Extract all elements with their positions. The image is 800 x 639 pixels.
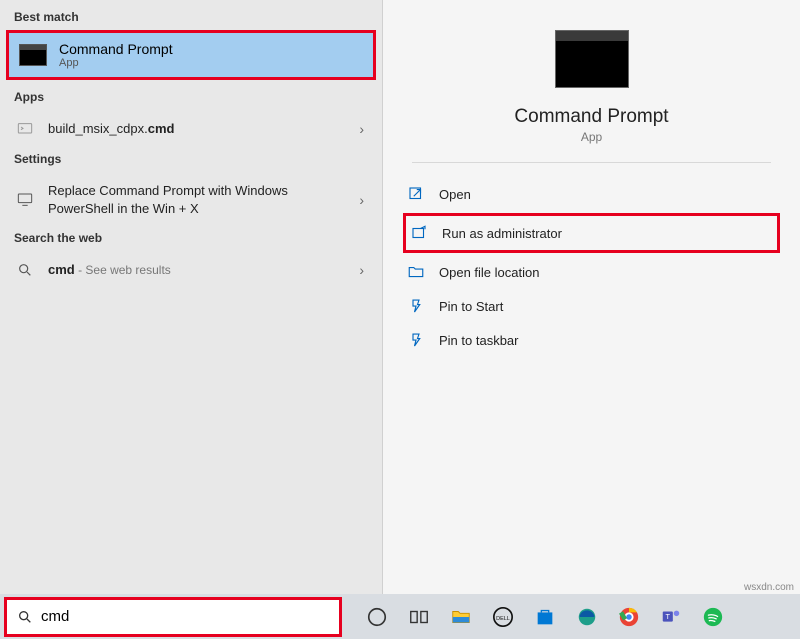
- action-run-as-administrator[interactable]: Run as administrator: [406, 216, 777, 250]
- divider: [412, 162, 771, 163]
- action-open[interactable]: Open: [403, 177, 780, 211]
- shield-admin-icon: [410, 224, 428, 242]
- action-run-admin-label: Run as administrator: [442, 226, 562, 241]
- cortana-icon[interactable]: [362, 602, 392, 632]
- best-match-command-prompt[interactable]: Command Prompt App: [9, 33, 373, 77]
- chrome-icon[interactable]: [614, 602, 644, 632]
- action-open-label: Open: [439, 187, 471, 202]
- run-as-admin-highlight: Run as administrator: [403, 213, 780, 253]
- pin-start-icon: [407, 297, 425, 315]
- search-icon: [17, 609, 33, 625]
- action-pin-start-label: Pin to Start: [439, 299, 503, 314]
- taskbar: DELL T: [362, 602, 728, 632]
- web-result-label: cmd - See web results: [48, 261, 347, 279]
- search-input[interactable]: [41, 608, 329, 625]
- command-prompt-icon: [19, 44, 47, 66]
- dell-icon[interactable]: DELL: [488, 602, 518, 632]
- action-pin-to-taskbar[interactable]: Pin to taskbar: [403, 323, 780, 357]
- script-icon: [14, 120, 36, 138]
- pin-taskbar-icon: [407, 331, 425, 349]
- chevron-right-icon: ›: [359, 192, 368, 208]
- folder-icon: [407, 263, 425, 281]
- spotify-icon[interactable]: [698, 602, 728, 632]
- search-box[interactable]: [4, 597, 342, 637]
- best-match-highlight: Command Prompt App: [6, 30, 376, 80]
- watermark: wsxdn.com: [744, 582, 794, 593]
- chevron-right-icon: ›: [359, 121, 368, 137]
- task-view-icon[interactable]: [404, 602, 434, 632]
- file-explorer-icon[interactable]: [446, 602, 476, 632]
- apps-header: Apps: [0, 86, 382, 110]
- action-list: Open Run as administrator Open file loca…: [383, 177, 800, 357]
- action-open-loc-label: Open file location: [439, 265, 539, 280]
- best-match-title: Command Prompt: [59, 41, 173, 57]
- apps-result-build-cmd[interactable]: build_msix_cdpx.cmd ›: [0, 110, 382, 148]
- settings-result-label: Replace Command Prompt with Windows Powe…: [48, 182, 347, 217]
- taskbar-row: DELL T: [0, 594, 800, 639]
- search-icon: [14, 261, 36, 279]
- settings-result-replace-cmd[interactable]: Replace Command Prompt with Windows Powe…: [0, 172, 382, 227]
- best-match-header: Best match: [0, 6, 382, 30]
- teams-icon[interactable]: T: [656, 602, 686, 632]
- preview-subtitle: App: [581, 130, 602, 144]
- open-icon: [407, 185, 425, 203]
- command-prompt-large-icon: [555, 30, 629, 88]
- edge-icon[interactable]: [572, 602, 602, 632]
- preview-title: Command Prompt: [514, 106, 668, 128]
- apps-result-label: build_msix_cdpx.cmd: [48, 120, 347, 138]
- search-web-header: Search the web: [0, 227, 382, 251]
- web-result-cmd[interactable]: cmd - See web results ›: [0, 251, 382, 289]
- action-pin-taskbar-label: Pin to taskbar: [439, 333, 519, 348]
- settings-header: Settings: [0, 148, 382, 172]
- store-icon[interactable]: [530, 602, 560, 632]
- monitor-icon: [14, 191, 36, 209]
- svg-text:DELL: DELL: [496, 615, 510, 621]
- best-match-subtitle: App: [59, 57, 173, 69]
- action-pin-to-start[interactable]: Pin to Start: [403, 289, 780, 323]
- preview-panel: Command Prompt App Open Run as administr…: [382, 0, 800, 594]
- search-results-panel: Best match Command Prompt App Apps build…: [0, 0, 382, 594]
- chevron-right-icon: ›: [359, 262, 368, 278]
- action-open-file-location[interactable]: Open file location: [403, 255, 780, 289]
- svg-text:T: T: [666, 611, 671, 620]
